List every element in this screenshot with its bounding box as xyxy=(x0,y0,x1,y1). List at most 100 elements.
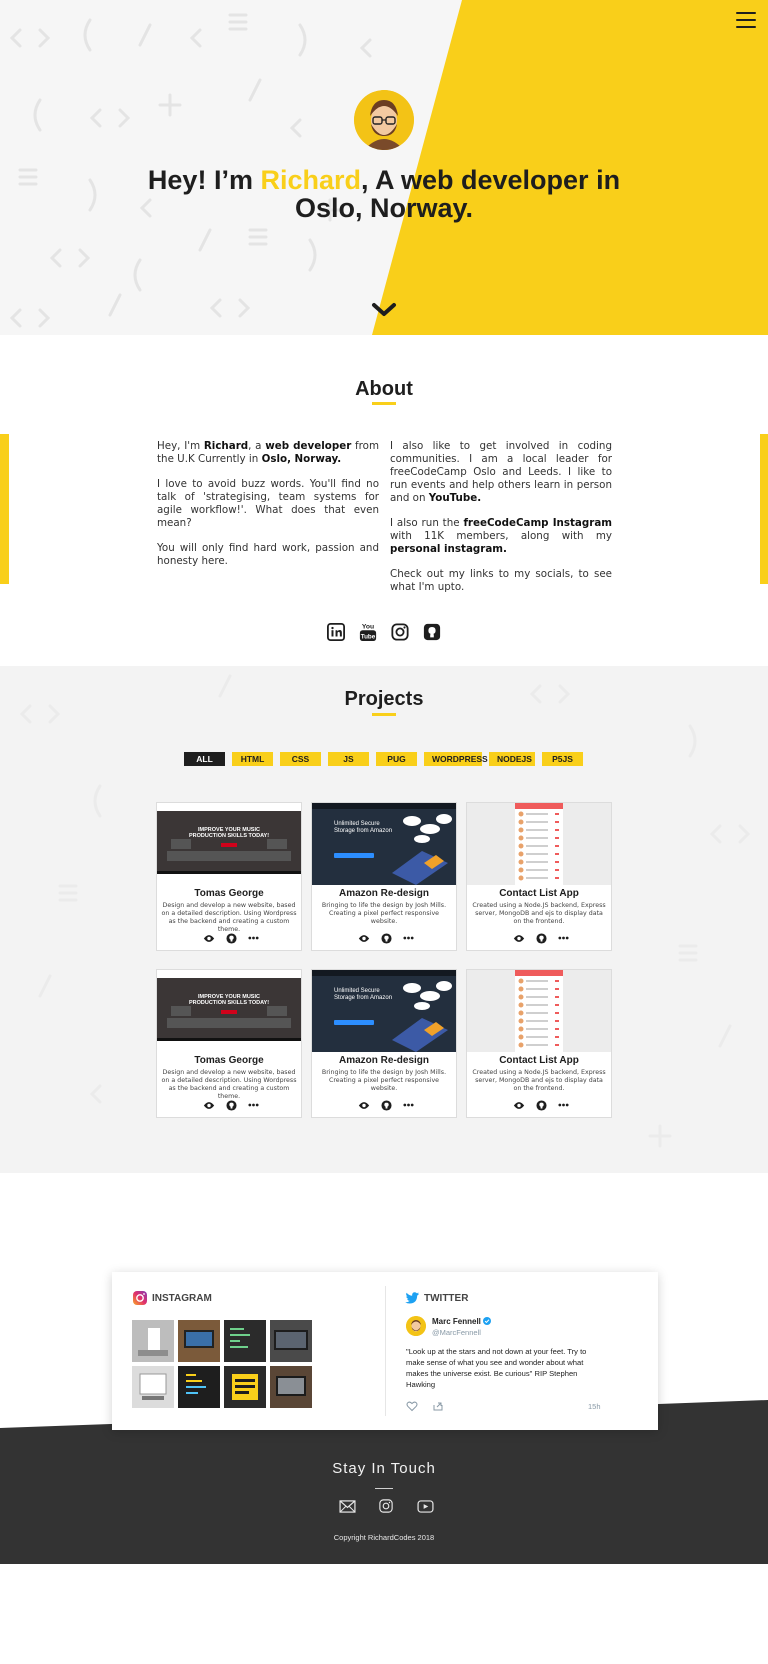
linkedin-icon[interactable] xyxy=(326,621,346,643)
projects-title-underline xyxy=(372,713,396,716)
scroll-down-chevron-icon[interactable] xyxy=(371,302,397,318)
fcc-instagram-link[interactable]: freeCodeCamp Instagram xyxy=(463,517,612,529)
footer-social-links xyxy=(338,1498,434,1514)
thumbnail-caption: IMPROVE YOUR MUSIC PRODUCTION SKILLS TOD… xyxy=(188,827,270,839)
project-thumbnail[interactable]: Unlimited Secure Storage from Amazon xyxy=(312,970,456,1052)
project-title: Amazon Re-design xyxy=(338,1055,429,1066)
more-options-icon[interactable] xyxy=(402,1099,414,1111)
instagram-photo-grid xyxy=(132,1320,312,1412)
youtube-icon[interactable]: You Tube xyxy=(358,621,378,643)
project-description: Bringing to life the design by Josh Mill… xyxy=(321,902,447,925)
mail-icon[interactable] xyxy=(338,1498,356,1514)
tweet-author-avatar[interactable] xyxy=(406,1316,426,1336)
about-honesty: You will only find hard work, passion an… xyxy=(157,542,379,567)
about-column-left: Hey, I'm Richard, a web developer from t… xyxy=(157,440,379,580)
personal-instagram-link[interactable]: personal instagram. xyxy=(390,543,507,555)
right-accent-bar xyxy=(760,434,768,584)
instagram-photo[interactable] xyxy=(224,1366,266,1408)
social-links: You Tube xyxy=(326,620,442,644)
instagram-photo[interactable] xyxy=(132,1366,174,1408)
project-card[interactable]: Contact List App Created using a Node.JS… xyxy=(466,969,612,1118)
project-actions xyxy=(358,932,414,944)
about-title: About xyxy=(355,378,413,400)
more-options-icon[interactable] xyxy=(402,932,414,944)
project-card[interactable]: IMPROVE YOUR MUSIC PRODUCTION SKILLS TOD… xyxy=(156,969,302,1118)
hero-name-highlight: Richard xyxy=(260,165,361,195)
filter-js[interactable]: JS xyxy=(328,752,369,766)
project-thumbnail[interactable] xyxy=(467,803,611,885)
more-options-icon[interactable] xyxy=(247,932,259,944)
tweet-text: "Look up at the stars and not down at yo… xyxy=(406,1347,587,1389)
project-card[interactable]: Unlimited Secure Storage from Amazon Ama… xyxy=(311,969,457,1118)
project-title: Amazon Re-design xyxy=(338,888,429,899)
instagram-photo[interactable] xyxy=(270,1366,312,1408)
verified-badge-icon xyxy=(483,1317,492,1325)
instagram-photo[interactable] xyxy=(178,1366,220,1408)
svg-text:You: You xyxy=(362,623,374,630)
youtube-link[interactable]: YouTube. xyxy=(429,492,481,504)
project-thumbnail[interactable] xyxy=(467,970,611,1052)
instagram-photo[interactable] xyxy=(224,1320,266,1362)
filter-nodejs[interactable]: NODEJS xyxy=(489,752,535,766)
project-filters: ALL HTML CSS JS PUG WORDPRESS NODEJS P5J… xyxy=(184,752,590,766)
view-live-eye-icon[interactable] xyxy=(358,1099,370,1111)
github-icon[interactable] xyxy=(422,621,442,643)
project-card[interactable]: Contact List App Created using a Node.JS… xyxy=(466,802,612,951)
project-actions xyxy=(358,1099,414,1111)
project-thumbnail[interactable]: IMPROVE YOUR MUSIC PRODUCTION SKILLS TOD… xyxy=(157,803,301,885)
more-options-icon[interactable] xyxy=(247,1099,259,1111)
project-thumbnail[interactable]: Unlimited Secure Storage from Amazon xyxy=(312,803,456,885)
more-options-icon[interactable] xyxy=(557,1099,569,1111)
twitter-label: TWITTER xyxy=(424,1292,469,1304)
view-live-eye-icon[interactable] xyxy=(358,932,370,944)
project-card[interactable]: IMPROVE YOUR MUSIC PRODUCTION SKILLS TOD… xyxy=(156,802,302,951)
view-live-eye-icon[interactable] xyxy=(203,1099,215,1111)
projects-title: Projects xyxy=(344,688,424,710)
instagram-icon[interactable] xyxy=(377,1498,395,1514)
project-card[interactable]: Unlimited Secure Storage from Amazon Ama… xyxy=(311,802,457,951)
project-description: Bringing to life the design by Josh Mill… xyxy=(321,1069,447,1092)
more-options-icon[interactable] xyxy=(557,932,569,944)
like-heart-icon[interactable] xyxy=(406,1400,418,1412)
hero-title: Hey! I’m Richard, A web developer in Osl… xyxy=(147,165,621,223)
project-actions xyxy=(513,932,569,944)
instagram-photo[interactable] xyxy=(178,1320,220,1362)
project-description: Design and develop a new website, based … xyxy=(161,1069,297,1100)
filter-pug[interactable]: PUG xyxy=(376,752,417,766)
github-icon[interactable] xyxy=(380,1099,392,1111)
avatar xyxy=(354,90,414,150)
twitter-feed-header[interactable]: TWITTER xyxy=(404,1290,468,1306)
view-live-eye-icon[interactable] xyxy=(203,932,215,944)
tweet-author-name[interactable]: Marc Fennell xyxy=(432,1317,492,1326)
project-actions xyxy=(203,1099,259,1111)
project-title: Tomas George xyxy=(194,1055,264,1066)
github-icon[interactable] xyxy=(535,1099,547,1111)
view-live-eye-icon[interactable] xyxy=(513,1099,525,1111)
instagram-photo[interactable] xyxy=(270,1320,312,1362)
copyright-text: Copyright RichardCodes 2018 xyxy=(333,1533,435,1542)
tweet-timestamp[interactable]: 15h xyxy=(588,1402,601,1411)
project-description: Design and develop a new website, based … xyxy=(161,902,297,933)
github-icon[interactable] xyxy=(535,932,547,944)
github-icon[interactable] xyxy=(380,932,392,944)
filter-html[interactable]: HTML xyxy=(232,752,273,766)
about-intro: Hey, I'm Richard, a web developer from t… xyxy=(157,440,379,465)
github-icon[interactable] xyxy=(225,1099,237,1111)
feed-divider xyxy=(385,1286,386,1416)
view-live-eye-icon[interactable] xyxy=(513,932,525,944)
github-icon[interactable] xyxy=(225,932,237,944)
menu-hamburger-icon[interactable] xyxy=(736,12,756,28)
project-thumbnail[interactable]: IMPROVE YOUR MUSIC PRODUCTION SKILLS TOD… xyxy=(157,970,301,1052)
tweet-author-handle[interactable]: @MarcFennell xyxy=(432,1328,481,1337)
instagram-icon[interactable] xyxy=(390,621,410,643)
instagram-feed-header[interactable]: INSTAGRAM xyxy=(132,1290,212,1306)
project-description: Created using a Node.JS backend, Express… xyxy=(472,1069,606,1092)
youtube-icon[interactable] xyxy=(416,1498,434,1514)
filter-all[interactable]: ALL xyxy=(184,752,225,766)
footer-title: Stay In Touch xyxy=(332,1460,436,1477)
share-icon[interactable] xyxy=(432,1400,444,1412)
instagram-photo[interactable] xyxy=(132,1320,174,1362)
filter-p5js[interactable]: P5JS xyxy=(542,752,583,766)
filter-wordpress[interactable]: WORDPRESS xyxy=(424,752,488,766)
filter-css[interactable]: CSS xyxy=(280,752,321,766)
